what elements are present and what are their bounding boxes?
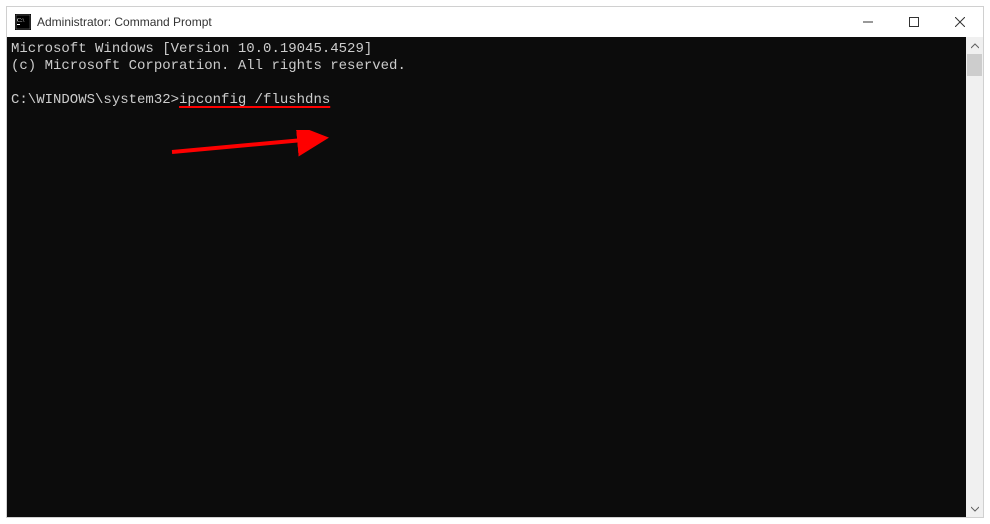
banner-line-1: Microsoft Windows [Version 10.0.19045.45… — [11, 41, 372, 57]
console-output[interactable]: Microsoft Windows [Version 10.0.19045.45… — [7, 37, 966, 517]
vertical-scrollbar[interactable] — [966, 37, 983, 517]
window-title: Administrator: Command Prompt — [37, 15, 845, 29]
maximize-icon — [909, 17, 919, 27]
minimize-button[interactable] — [845, 7, 891, 37]
maximize-button[interactable] — [891, 7, 937, 37]
command-prompt-window: C:\ Administrator: Command Prompt — [6, 6, 984, 518]
chevron-up-icon — [971, 43, 979, 49]
typed-command: ipconfig /flushdns — [179, 92, 330, 108]
console-area: Microsoft Windows [Version 10.0.19045.45… — [7, 37, 983, 517]
close-icon — [955, 17, 965, 27]
scrollbar-thumb[interactable] — [967, 54, 982, 76]
scroll-up-button[interactable] — [966, 37, 983, 54]
scroll-down-button[interactable] — [966, 500, 983, 517]
svg-text:C:\: C:\ — [17, 18, 25, 24]
prompt-text: C:\WINDOWS\system32> — [11, 92, 179, 108]
minimize-icon — [863, 17, 873, 27]
banner-line-2: (c) Microsoft Corporation. All rights re… — [11, 58, 406, 74]
window-controls — [845, 7, 983, 37]
chevron-down-icon — [971, 506, 979, 512]
cmd-app-icon: C:\ — [15, 14, 31, 30]
close-button[interactable] — [937, 7, 983, 37]
titlebar[interactable]: C:\ Administrator: Command Prompt — [7, 7, 983, 37]
